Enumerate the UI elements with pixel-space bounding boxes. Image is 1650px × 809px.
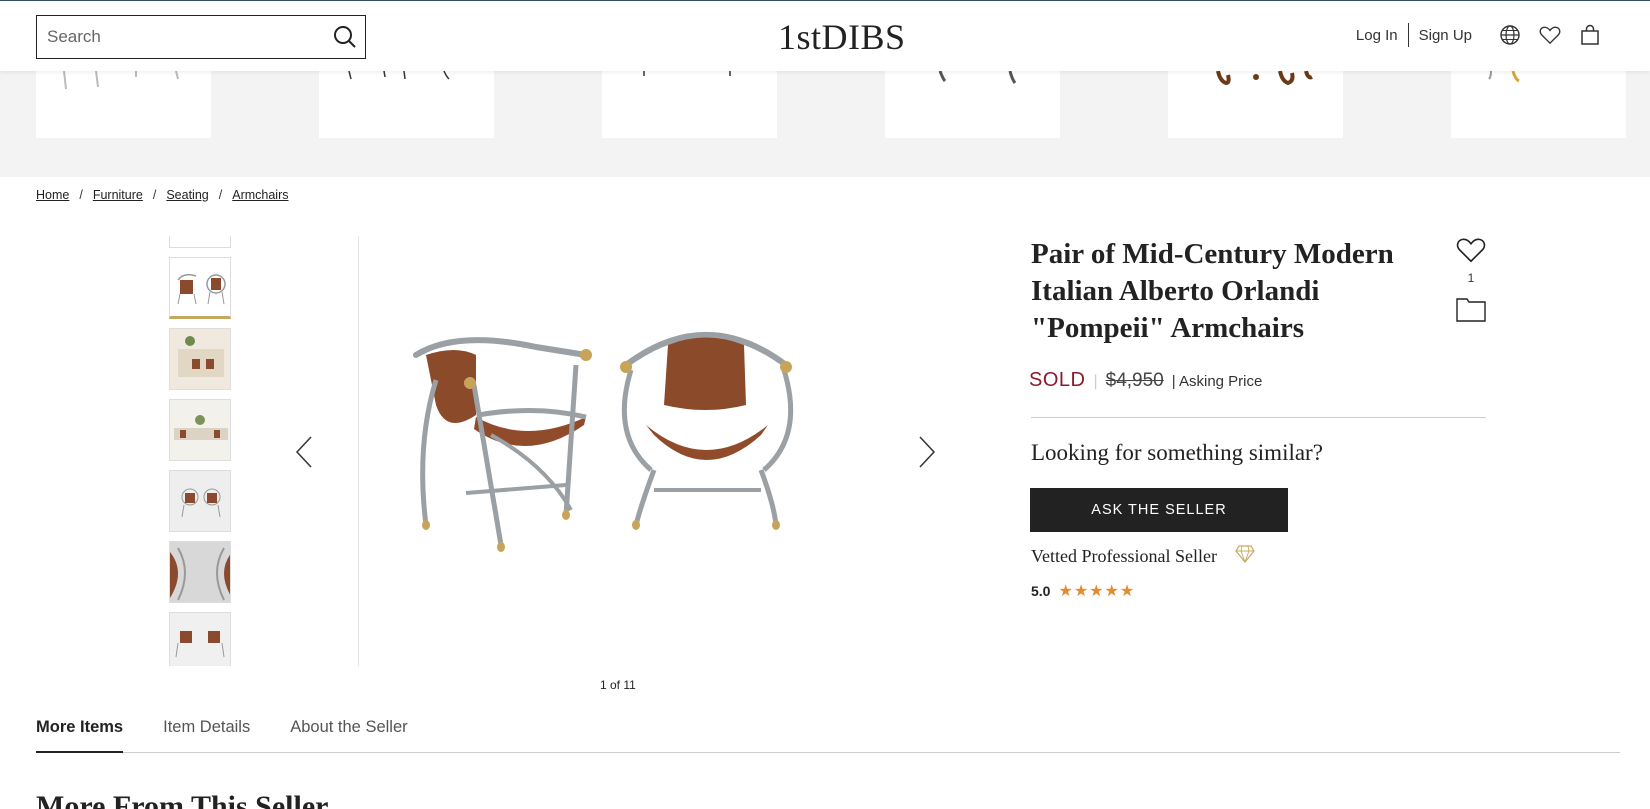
search-box <box>36 15 366 59</box>
star-rating-icon: ★★★★★ <box>1058 583 1136 600</box>
sign-up-link[interactable]: Sign Up <box>1409 27 1482 44</box>
favorite-heart-icon[interactable] <box>1456 236 1486 264</box>
breadcrumb-seating[interactable]: Seating <box>166 188 208 202</box>
strip-card[interactable] <box>602 71 777 138</box>
favorite-control[interactable]: 1 <box>1455 236 1487 285</box>
breadcrumb-home[interactable]: Home <box>36 188 69 202</box>
breadcrumb-armchairs[interactable]: Armchairs <box>232 188 288 202</box>
breadcrumb-furniture[interactable]: Furniture <box>93 188 143 202</box>
thumbnail-image[interactable] <box>169 612 231 666</box>
detail-tabs: More Items Item Details About the Seller <box>36 718 1620 753</box>
price-separator: | <box>1093 373 1098 390</box>
main-product-image[interactable] <box>396 325 836 585</box>
search-icon[interactable] <box>325 17 365 57</box>
next-arrow-icon[interactable] <box>912 432 942 472</box>
price-label: | Asking Price <box>1171 373 1263 390</box>
thumbnail-image[interactable] <box>169 328 231 390</box>
thumbnail-list[interactable] <box>169 236 231 666</box>
breadcrumb-separator: / <box>218 188 223 202</box>
tab-about-seller[interactable]: About the Seller <box>290 718 407 753</box>
logo-text: 1stDIBS <box>778 17 906 57</box>
strip-card[interactable] <box>319 71 494 138</box>
thumbnail-image[interactable] <box>169 541 231 603</box>
header-actions: Log In Sign Up <box>1346 23 1602 47</box>
price-row: SOLD | $4,950 | Asking Price <box>1029 369 1262 392</box>
heart-icon[interactable] <box>1538 23 1562 47</box>
site-header: 1stDIBS Log In Sign Up <box>0 0 1650 71</box>
vetted-seller-label: Vetted Professional Seller <box>1031 546 1217 566</box>
strip-card[interactable] <box>885 71 1060 138</box>
breadcrumb-separator: / <box>79 188 83 202</box>
ask-seller-button[interactable]: ASK THE SELLER <box>1030 488 1288 532</box>
strip-card[interactable] <box>1168 71 1343 138</box>
tab-item-details[interactable]: Item Details <box>163 718 250 753</box>
similar-heading: Looking for something similar? <box>1031 440 1323 465</box>
rating-value: 5.0 <box>1031 583 1051 599</box>
globe-icon[interactable] <box>1498 23 1522 47</box>
strip-card[interactable] <box>1451 71 1626 138</box>
price-value: $4,950 <box>1105 370 1164 391</box>
breadcrumb: Home / Furniture / Seating / Armchairs <box>36 188 289 202</box>
tab-more-items[interactable]: More Items <box>36 718 124 753</box>
search-input[interactable] <box>37 16 325 58</box>
log-in-link[interactable]: Log In <box>1346 27 1408 44</box>
thumbnail-partial[interactable] <box>169 236 231 248</box>
thumbnail-image[interactable] <box>169 257 231 319</box>
section-divider <box>1031 417 1486 418</box>
image-counter: 1 of 11 <box>600 678 636 692</box>
folder-icon[interactable] <box>1456 296 1486 327</box>
thumbnail-image[interactable] <box>169 470 231 532</box>
previous-arrow-icon[interactable] <box>289 432 319 472</box>
thumbnail-image[interactable] <box>169 399 231 461</box>
seller-rating[interactable]: 5.0 ★★★★★ <box>1031 581 1135 601</box>
recommendation-strip <box>0 71 1650 177</box>
shopping-bag-icon[interactable] <box>1578 23 1602 47</box>
favorite-count: 1 <box>1467 271 1475 285</box>
diamond-icon[interactable] <box>1235 545 1255 568</box>
vetted-seller-badge: Vetted Professional Seller <box>1031 545 1255 568</box>
section-heading: More From This Seller <box>36 790 329 809</box>
gallery-divider <box>358 236 359 666</box>
breadcrumb-separator: / <box>152 188 157 202</box>
product-title: Pair of Mid-Century Modern Italian Alber… <box>1031 238 1394 344</box>
sold-status: SOLD <box>1029 369 1086 391</box>
strip-card[interactable] <box>36 71 211 138</box>
site-logo[interactable]: 1stDIBS <box>778 16 906 58</box>
